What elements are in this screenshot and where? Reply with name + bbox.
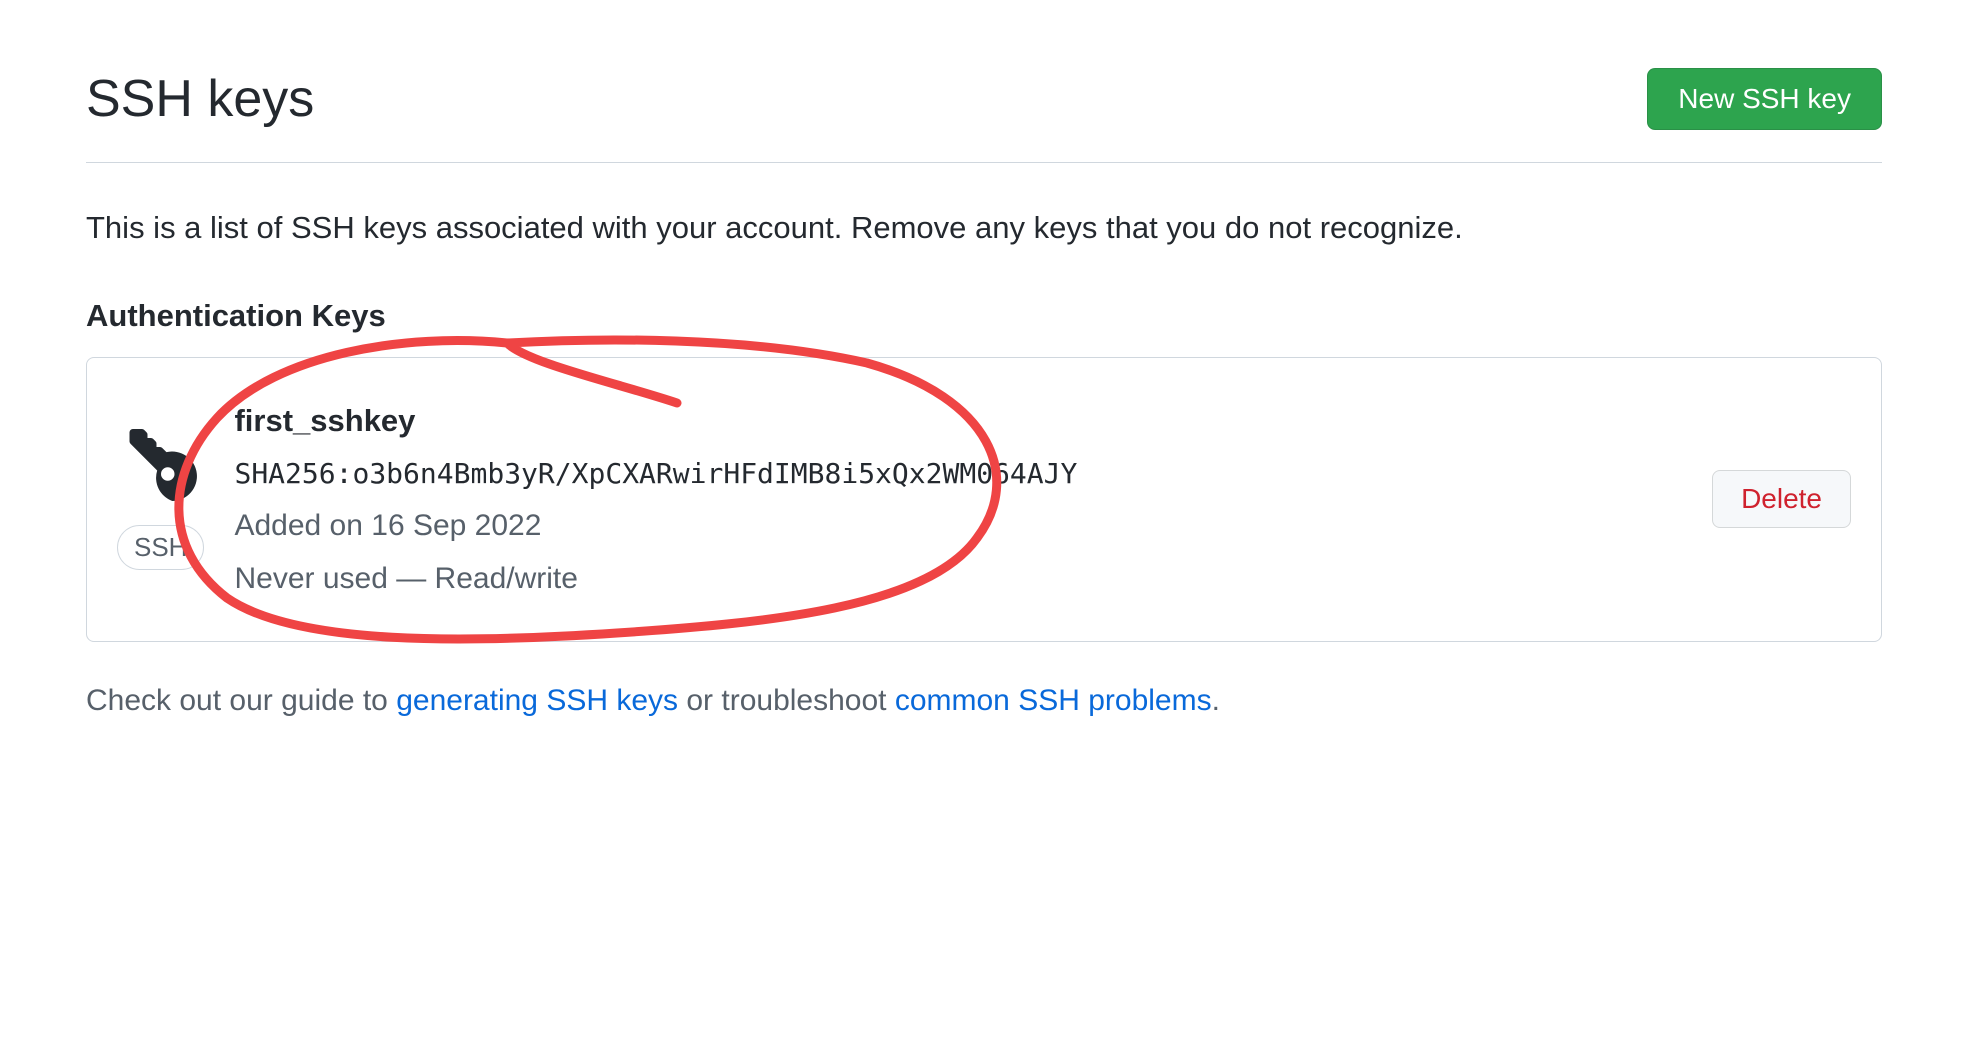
footer-text: Check out our guide to generating SSH ke… — [86, 678, 1882, 723]
description-text: This is a list of SSH keys associated wi… — [86, 203, 1882, 253]
key-added-date: Added on 16 Sep 2022 — [234, 503, 1682, 548]
key-icon — [125, 429, 197, 513]
ssh-badge: SSH — [117, 525, 204, 570]
key-fingerprint: SHA256:o3b6n4Bmb3yR/XpCXARwirHFdIMB8i5xQ… — [234, 453, 1682, 495]
key-details: first_sshkey SHA256:o3b6n4Bmb3yR/XpCXARw… — [234, 398, 1682, 601]
footer-prefix: Check out our guide to — [86, 684, 396, 717]
generating-ssh-keys-link[interactable]: generating SSH keys — [396, 684, 678, 717]
key-name: first_sshkey — [234, 398, 1682, 445]
footer-middle: or troubleshoot — [678, 684, 895, 717]
delete-button[interactable]: Delete — [1712, 470, 1851, 528]
key-icon-column: SSH — [117, 429, 204, 570]
page-header: SSH keys New SSH key — [86, 60, 1882, 163]
ssh-key-item: SSH first_sshkey SHA256:o3b6n4Bmb3yR/XpC… — [86, 357, 1882, 642]
footer-suffix: . — [1212, 684, 1220, 717]
page-title: SSH keys — [86, 60, 314, 138]
section-heading: Authentication Keys — [86, 293, 1882, 340]
common-ssh-problems-link[interactable]: common SSH problems — [895, 684, 1212, 717]
new-ssh-key-button[interactable]: New SSH key — [1647, 68, 1882, 130]
key-usage: Never used — Read/write — [234, 556, 1682, 601]
